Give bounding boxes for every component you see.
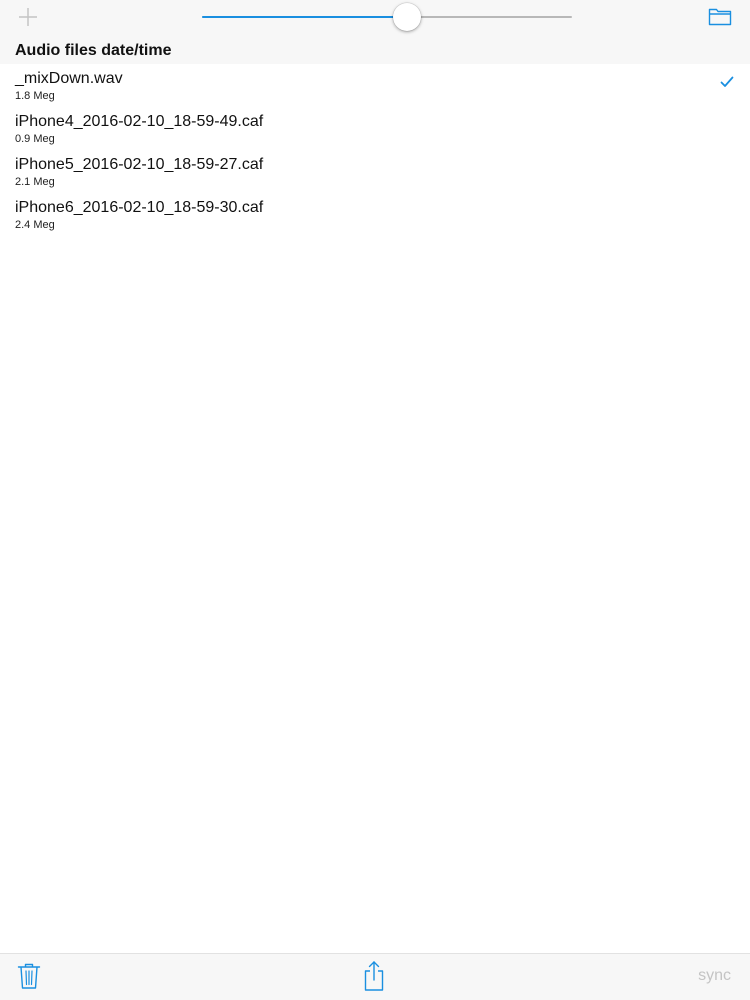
share-icon <box>364 961 384 991</box>
file-name: iPhone5_2016-02-10_18-59-27.caf <box>15 156 264 173</box>
file-size: 2.4 Meg <box>15 219 55 231</box>
sync-button[interactable]: sync <box>698 967 731 985</box>
section-title: Audio files date/time <box>15 42 172 59</box>
slider[interactable] <box>202 3 572 31</box>
slider-thumb[interactable] <box>392 3 421 31</box>
file-size: 0.9 Meg <box>15 133 55 145</box>
bottom-toolbar: sync <box>0 953 750 1000</box>
add-button[interactable] <box>14 4 42 30</box>
file-row[interactable]: iPhone5_2016-02-10_18-59-27.caf 2.1 Meg <box>0 150 750 193</box>
checkmark-icon <box>720 76 734 87</box>
plus-icon <box>19 8 37 26</box>
file-name: _mixDown.wav <box>15 70 123 87</box>
folder-icon <box>708 8 732 26</box>
file-row[interactable]: _mixDown.wav 1.8 Meg <box>0 64 750 107</box>
screen: Audio files date/time _mixDown.wav 1.8 M… <box>0 0 750 1000</box>
file-size: 1.8 Meg <box>15 90 55 102</box>
share-button[interactable] <box>362 960 386 992</box>
file-name: iPhone4_2016-02-10_18-59-49.caf <box>15 113 264 130</box>
file-name: iPhone6_2016-02-10_18-59-30.caf <box>15 199 264 216</box>
trash-icon <box>17 963 41 989</box>
slider-fill <box>202 16 407 18</box>
file-size: 2.1 Meg <box>15 176 55 188</box>
top-toolbar <box>0 0 750 36</box>
file-row[interactable]: iPhone4_2016-02-10_18-59-49.caf 0.9 Meg <box>0 107 750 150</box>
folder-button[interactable] <box>708 6 732 26</box>
file-list: _mixDown.wav 1.8 Meg iPhone4_2016-02-10_… <box>0 64 750 236</box>
file-row[interactable]: iPhone6_2016-02-10_18-59-30.caf 2.4 Meg <box>0 193 750 236</box>
section-header: Audio files date/time <box>0 36 750 64</box>
trash-button[interactable] <box>17 962 41 990</box>
